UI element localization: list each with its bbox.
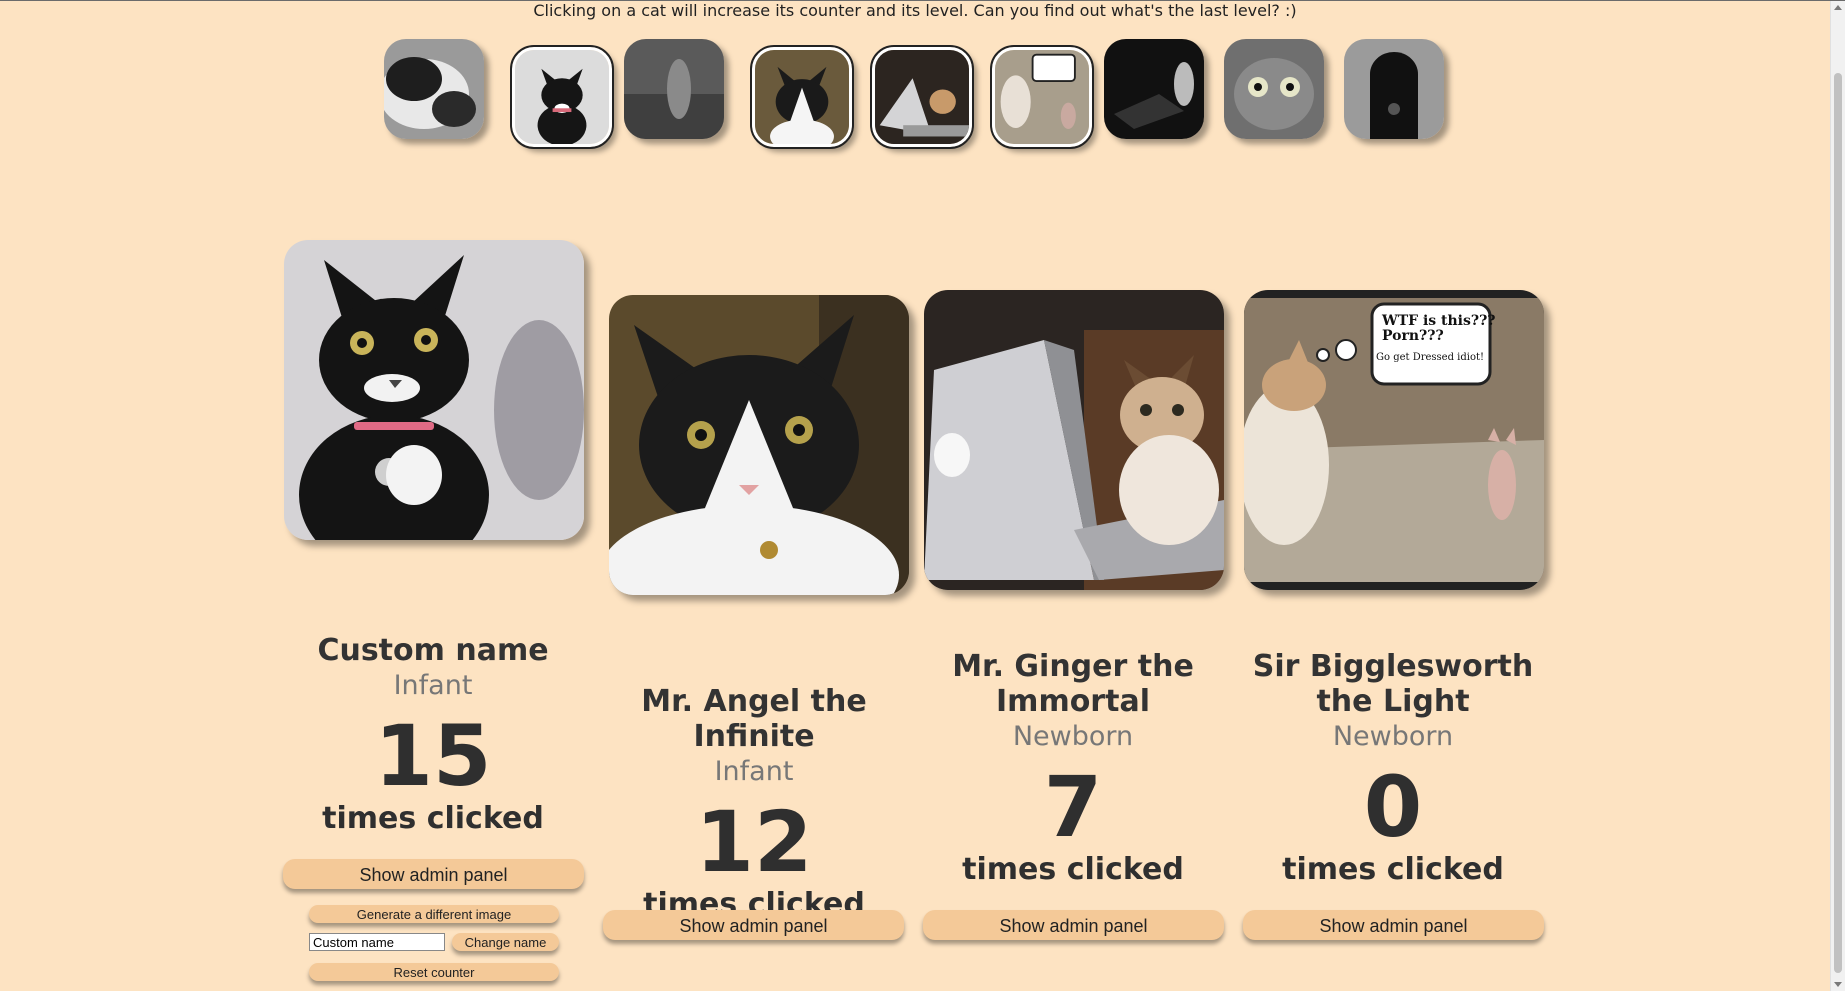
cat-thumb-4[interactable] [750,45,854,149]
cat-thumb-3[interactable] [624,39,724,139]
cat-card-3: Mr. Ginger the Immortal Newborn 7 times … [913,649,1233,887]
cat-image-3[interactable] [924,290,1224,590]
cat-card-1: Custom name Infant 15 times clicked [273,633,593,836]
change-name-button[interactable]: Change name [452,933,559,951]
cat-thumb-9[interactable] [1344,39,1444,139]
cat-image-2[interactable] [609,295,909,595]
cat-card-2: Mr. Angel the Infinite Infant 12 times c… [594,684,914,922]
cat-thumb-1[interactable] [384,39,484,139]
cat-thumbnail-strip [0,39,1830,149]
scroll-down-arrow-icon[interactable] [1834,982,1842,987]
reset-counter-button[interactable]: Reset counter [309,963,559,981]
cat-name: Mr. Angel the Infinite [641,684,867,754]
cat-level: Newborn [1332,721,1454,752]
speech-bubble-line-2: Porn??? [1382,328,1444,344]
cat-level: Infant [393,670,473,701]
cat-level: Infant [714,756,794,787]
cat-name: Custom name [317,633,549,668]
scroll-up-arrow-icon[interactable] [1834,5,1842,10]
vertical-scrollbar[interactable] [1830,1,1845,991]
click-count: 12 [695,793,813,891]
click-count: 0 [1363,758,1423,856]
speech-bubble-line-3: Go get Dressed idiot! [1376,352,1484,363]
times-clicked-label: times clicked [962,852,1184,887]
show-admin-panel-button-4[interactable]: Show admin panel [1243,910,1544,940]
show-admin-panel-button-2[interactable]: Show admin panel [603,910,904,940]
speech-bubble-line-1: WTF is this??? [1381,313,1495,329]
cat-thumb-6[interactable] [990,45,1094,149]
cat-name: Mr. Ginger the Immortal [952,649,1194,719]
generate-image-button[interactable]: Generate a different image [309,905,559,923]
custom-name-input[interactable] [309,933,445,951]
cat-thumb-7[interactable] [1104,39,1204,139]
cat-thumb-8[interactable] [1224,39,1324,139]
scrollbar-thumb[interactable] [1834,73,1842,973]
click-count: 15 [374,707,492,805]
cat-card-4: Sir Bigglesworth the Light Newborn 0 tim… [1233,649,1553,887]
cat-thumb-2[interactable] [510,45,614,149]
click-count: 7 [1043,758,1103,856]
cat-thumb-5[interactable] [870,45,974,149]
cat-image-1[interactable] [284,240,584,540]
times-clicked-label: times clicked [322,801,544,836]
cat-name: Sir Bigglesworth the Light [1252,649,1534,719]
times-clicked-label: times clicked [1282,852,1504,887]
cat-image-4[interactable]: WTF is this??? Porn??? Go get Dressed id… [1244,290,1544,590]
show-admin-panel-button-3[interactable]: Show admin panel [923,910,1224,940]
cat-level: Newborn [1012,721,1134,752]
instructions-text: Clicking on a cat will increase its coun… [533,1,1297,20]
show-admin-panel-button-1[interactable]: Show admin panel [283,859,584,889]
